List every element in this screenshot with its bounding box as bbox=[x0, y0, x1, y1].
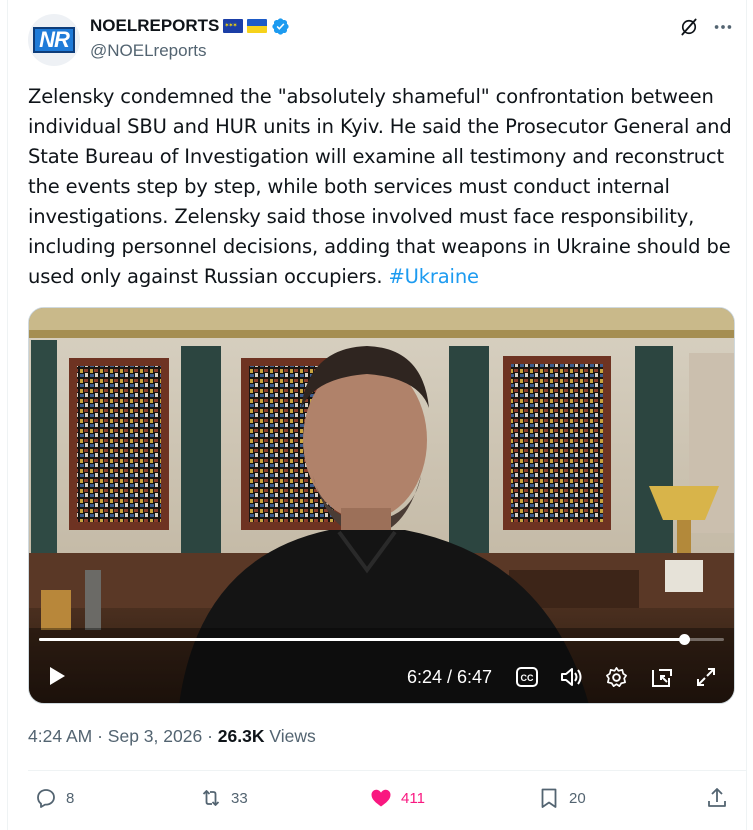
reply-count: 8 bbox=[66, 789, 75, 807]
video-player[interactable]: 6:24 / 6:47 CC bbox=[28, 307, 735, 704]
tweet-text: Zelensky condemned the "absolutely shame… bbox=[28, 82, 734, 292]
repost-icon bbox=[202, 790, 220, 806]
captions-icon[interactable]: CC bbox=[516, 667, 538, 687]
video-frame-image bbox=[29, 308, 734, 703]
settings-gear-icon[interactable] bbox=[605, 666, 628, 689]
tweet-body: Zelensky condemned the "absolutely shame… bbox=[28, 85, 732, 288]
repost-count: 33 bbox=[231, 789, 248, 807]
avatar-logo: NR bbox=[33, 27, 75, 53]
svg-text:CC: CC bbox=[521, 673, 534, 683]
tweet-meta: 4:24 AM · Sep 3, 2026 · 26.3K Views bbox=[28, 726, 316, 747]
author-handle[interactable]: @NOELreports bbox=[90, 41, 206, 61]
divider bbox=[28, 770, 746, 771]
video-progress-fill bbox=[39, 638, 685, 641]
grok-icon[interactable] bbox=[679, 17, 699, 37]
author-display-name[interactable]: NOELREPORTS bbox=[90, 16, 219, 36]
tweet-date[interactable]: Sep 3, 2026 bbox=[108, 726, 202, 746]
hashtag-link[interactable]: #Ukraine bbox=[388, 265, 479, 288]
tweet-time[interactable]: 4:24 AM bbox=[28, 726, 92, 746]
bookmark-count: 20 bbox=[569, 789, 586, 807]
bookmark-button[interactable]: 20 bbox=[537, 786, 586, 810]
video-time: 6:24 / 6:47 bbox=[407, 667, 493, 687]
bookmark-icon bbox=[541, 788, 557, 808]
fullscreen-icon[interactable] bbox=[696, 667, 716, 687]
views-label: Views bbox=[269, 726, 316, 746]
more-options-icon[interactable] bbox=[712, 16, 734, 38]
tweet-card: NR NOELREPORTS @NOELreports Zelensky con… bbox=[7, 0, 747, 830]
heart-icon bbox=[371, 789, 391, 807]
meta-separator: · bbox=[97, 726, 103, 746]
repost-button[interactable]: 33 bbox=[199, 786, 248, 810]
like-count: 411 bbox=[401, 789, 425, 807]
reply-button[interactable]: 8 bbox=[34, 786, 74, 810]
eu-flag-icon bbox=[223, 19, 244, 33]
volume-icon[interactable] bbox=[560, 666, 584, 688]
share-icon bbox=[708, 788, 726, 807]
meta-separator: · bbox=[207, 726, 213, 746]
verified-badge-icon bbox=[272, 17, 290, 35]
share-button[interactable] bbox=[705, 786, 729, 810]
author-name-row[interactable]: NOELREPORTS bbox=[90, 16, 290, 36]
play-icon[interactable] bbox=[48, 666, 66, 686]
ukraine-flag-icon bbox=[247, 19, 268, 33]
avatar[interactable]: NR bbox=[28, 14, 80, 66]
picture-in-picture-icon[interactable] bbox=[651, 666, 673, 688]
reply-icon bbox=[37, 789, 55, 808]
views-count: 26.3K bbox=[217, 726, 265, 746]
video-progress-bar[interactable] bbox=[39, 634, 724, 645]
like-button[interactable]: 411 bbox=[369, 786, 425, 810]
